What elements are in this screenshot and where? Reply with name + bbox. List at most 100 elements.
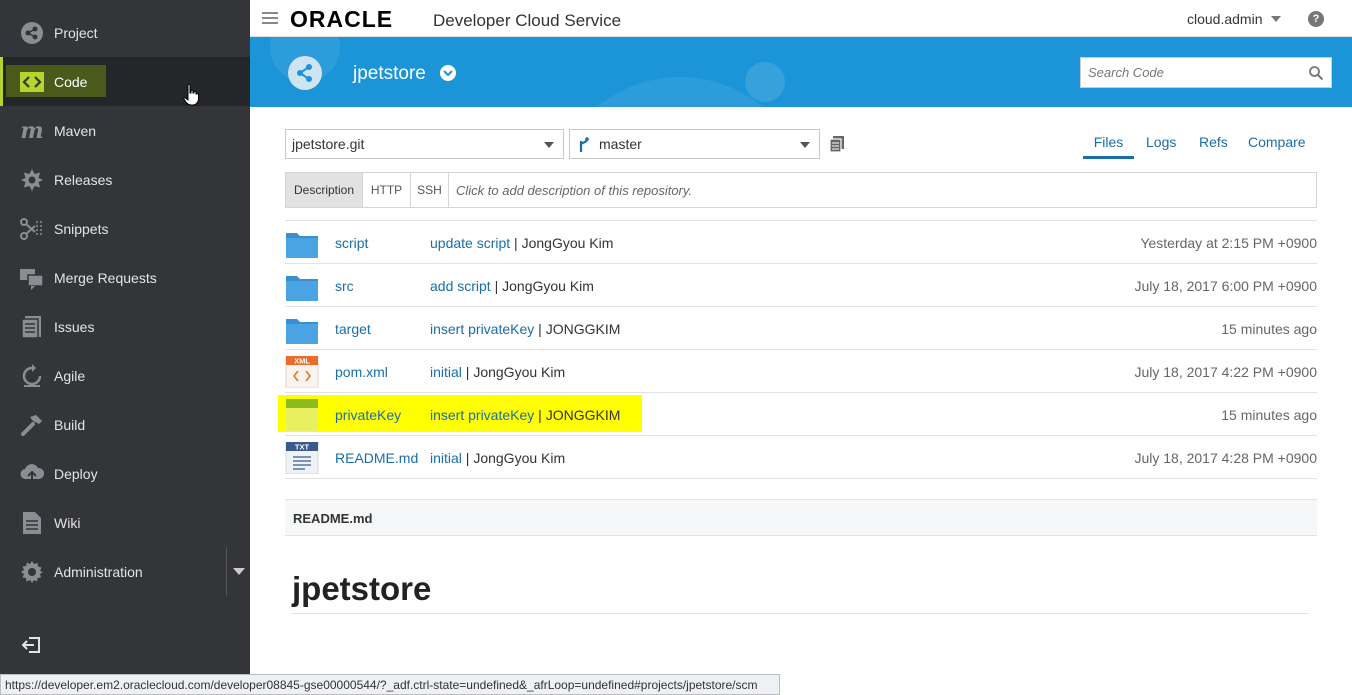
- commit-info: initial | JongGyou Kim: [430, 450, 566, 466]
- sidebar-item-label: Agile: [54, 367, 86, 384]
- deploy-icon: [19, 461, 45, 487]
- chevron-down-icon: [544, 142, 554, 148]
- sidebar-item-label: Wiki: [54, 514, 81, 531]
- chevron-down-icon[interactable]: [1271, 16, 1281, 22]
- readme-heading: jpetstore: [292, 570, 432, 607]
- txt-file-icon: TXT: [285, 442, 319, 474]
- tab-files[interactable]: Files: [1083, 134, 1134, 159]
- repository-description[interactable]: Click to add description of this reposit…: [456, 183, 692, 198]
- project-avatar-icon: [288, 56, 322, 90]
- file-icon: [286, 399, 318, 431]
- top-bar: ORACLE Developer Cloud Service cloud.adm…: [250, 0, 1352, 37]
- project-banner: jpetstore: [250, 37, 1352, 107]
- sidebar-item-label: Build: [54, 416, 86, 433]
- table-row[interactable]: TXT README.md initial | JongGyou Kim Jul…: [285, 436, 1317, 479]
- commit-message-link[interactable]: add script: [430, 278, 491, 294]
- sidebar-item-label: Administration: [54, 563, 143, 580]
- commit-date: Yesterday at 2:15 PM +0900: [1140, 235, 1317, 251]
- sidebar-item-build[interactable]: Build: [0, 400, 250, 449]
- issues-icon: [19, 314, 45, 340]
- help-icon[interactable]: ?: [1308, 11, 1324, 27]
- sidebar-item-deploy[interactable]: Deploy: [0, 449, 250, 498]
- tab-refs[interactable]: Refs: [1199, 134, 1228, 150]
- repository-select[interactable]: jpetstore.git: [285, 129, 564, 159]
- code-icon: [19, 69, 45, 95]
- table-row[interactable]: target insert privateKey | JONGGKIM 15 m…: [285, 307, 1317, 350]
- table-row[interactable]: src add script | JongGyou Kim July 18, 2…: [285, 264, 1317, 307]
- commit-info: update script | JongGyou Kim: [430, 235, 614, 251]
- search-icon[interactable]: [1308, 65, 1324, 81]
- hand-cursor-icon: [183, 84, 199, 106]
- commit-message-link[interactable]: insert privateKey: [430, 407, 534, 423]
- commit-message-link[interactable]: update script: [430, 235, 510, 251]
- commit-author: JongGyou Kim: [502, 278, 594, 294]
- commit-date: July 18, 2017 4:22 PM +0900: [1134, 364, 1317, 380]
- svg-text:XML: XML: [294, 357, 310, 366]
- user-menu[interactable]: cloud.admin: [1187, 11, 1263, 27]
- svg-text:TXT: TXT: [295, 443, 310, 452]
- copy-icon[interactable]: [829, 135, 845, 153]
- sidebar-item-wiki[interactable]: Wiki: [0, 498, 250, 547]
- project-dropdown-chevron-icon[interactable]: [440, 65, 456, 81]
- file-name-link[interactable]: README.md: [335, 450, 418, 466]
- folder-icon: [286, 233, 318, 258]
- tab-description[interactable]: Description: [286, 173, 363, 207]
- commit-info: initial | JongGyou Kim: [430, 364, 566, 380]
- xml-file-icon: XML: [285, 356, 319, 388]
- divider: [292, 613, 1308, 614]
- commit-author: JONGGKIM: [545, 321, 621, 337]
- table-row[interactable]: XML pom.xml initial | JongGyou Kim July …: [285, 350, 1317, 393]
- maven-icon: m: [20, 117, 44, 144]
- commit-message-link[interactable]: initial: [430, 450, 462, 466]
- wiki-icon: [19, 510, 45, 536]
- sidebar-item-maven[interactable]: m Maven: [0, 106, 250, 155]
- sidebar-item-snippets[interactable]: Snippets: [0, 204, 250, 253]
- commit-author: JongGyou Kim: [473, 364, 566, 380]
- active-indicator: [0, 57, 3, 106]
- table-row[interactable]: privateKey insert privateKey | JONGGKIM …: [278, 393, 1317, 436]
- project-icon: [19, 20, 45, 46]
- tab-ssh[interactable]: SSH: [411, 173, 449, 207]
- sidebar-item-code[interactable]: Code: [0, 57, 250, 106]
- repository-info-bar: Description HTTP SSH Click to add descri…: [285, 172, 1317, 208]
- sidebar-item-issues[interactable]: Issues: [0, 302, 250, 351]
- table-row[interactable]: script update script | JongGyou Kim Yest…: [285, 221, 1317, 264]
- file-name-link[interactable]: privateKey: [335, 407, 401, 423]
- sidebar-item-label: Merge Requests: [54, 269, 157, 286]
- commit-info: insert privateKey | JONGGKIM: [430, 321, 621, 337]
- logout-button[interactable]: [20, 634, 42, 656]
- commit-date: 15 minutes ago: [1221, 407, 1317, 423]
- hamburger-menu-button[interactable]: [262, 12, 278, 24]
- commit-message-link[interactable]: initial: [430, 364, 462, 380]
- commit-date: 15 minutes ago: [1221, 321, 1317, 337]
- tab-compare[interactable]: Compare: [1248, 134, 1306, 150]
- sidebar-item-label: Releases: [54, 171, 113, 188]
- expand-caret-button[interactable]: [226, 547, 250, 596]
- folder-icon: [286, 319, 318, 344]
- file-list: script update script | JongGyou Kim Yest…: [278, 220, 1317, 479]
- sidebar-item-merge-requests[interactable]: Merge Requests: [0, 253, 250, 302]
- tab-http[interactable]: HTTP: [363, 173, 411, 207]
- branch-select[interactable]: master: [569, 129, 820, 159]
- sidebar-item-administration[interactable]: Administration: [0, 547, 250, 596]
- branch-icon: [579, 137, 589, 152]
- repository-select-value: jpetstore.git: [292, 136, 365, 152]
- search-input[interactable]: [1081, 58, 1301, 87]
- sidebar-item-agile[interactable]: Agile: [0, 351, 250, 400]
- commit-info: insert privateKey | JONGGKIM: [430, 407, 621, 423]
- commit-message-link[interactable]: insert privateKey: [430, 321, 534, 337]
- tab-logs[interactable]: Logs: [1146, 134, 1176, 150]
- sidebar-item-releases[interactable]: Releases: [0, 155, 250, 204]
- commit-date: July 18, 2017 4:28 PM +0900: [1134, 450, 1317, 466]
- file-name-link[interactable]: target: [335, 321, 371, 337]
- project-name[interactable]: jpetstore: [353, 63, 426, 85]
- banner-decoration: [745, 62, 785, 102]
- file-name-link[interactable]: pom.xml: [335, 364, 388, 380]
- merge-requests-icon: [19, 265, 45, 291]
- commit-info: add script | JongGyou Kim: [430, 278, 594, 294]
- file-name-link[interactable]: src: [335, 278, 354, 294]
- sidebar-item-label: Issues: [54, 318, 95, 335]
- sidebar-item-project[interactable]: Project: [0, 8, 250, 57]
- sidebar-item-label: Code: [54, 73, 88, 90]
- file-name-link[interactable]: script: [335, 235, 368, 251]
